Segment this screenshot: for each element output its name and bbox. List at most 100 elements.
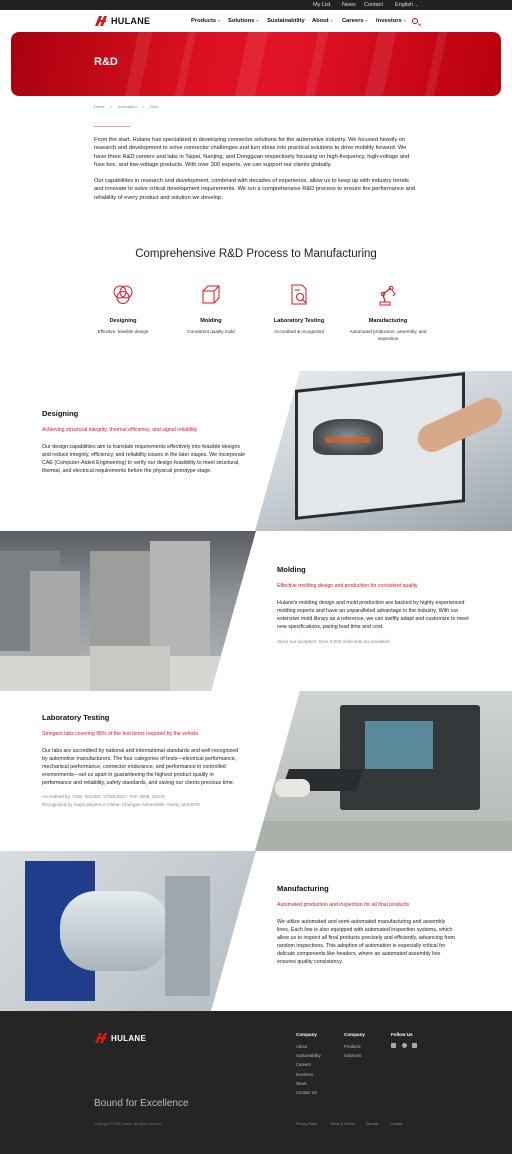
nav-sustainability[interactable]: Sustainability (267, 17, 305, 25)
nav-products[interactable]: Products ▾ (191, 17, 220, 25)
section-subtitle: Effective molding design and production … (277, 583, 418, 589)
section-note: Accredited by: CNS, ISO/IEC 17025:2017, … (42, 794, 165, 799)
molding-photo (0, 531, 256, 691)
chevron-down-icon: ⌄ (414, 2, 418, 7)
nav-careers[interactable]: Careers ▾ (342, 17, 368, 25)
section-molding: Molding Effective molding design and pro… (0, 531, 512, 691)
section-body: We utilize automated and semi-automated … (277, 919, 455, 965)
intro-paragraph: Our capabilities in research and develop… (94, 178, 416, 201)
chevron-down-icon: ▾ (403, 18, 406, 23)
footer: HULANE Company About Sustainability Care… (0, 1011, 512, 1154)
nav-investors[interactable]: Investors ▾ (376, 17, 406, 25)
language-selector[interactable]: English ⌄ (395, 1, 418, 9)
mold-block (150, 541, 210, 661)
logo-text: HULANE (111, 16, 151, 26)
designing-photo (255, 371, 512, 531)
footer-link-sitemap[interactable]: Sitemap (366, 1122, 378, 1126)
nav-label: Products (191, 18, 217, 24)
car-detail-shape (325, 437, 370, 443)
section-testing: Laboratory Testing Stringent labs coveri… (0, 691, 512, 851)
footer-link-solutions[interactable]: Solutions (344, 1051, 365, 1060)
section-title: Manufacturing (277, 884, 329, 893)
contact-link[interactable]: Contact (364, 1, 383, 9)
step-desc: Effective, feasible design (97, 329, 149, 334)
breadcrumb-innovation[interactable]: Innovation (118, 104, 136, 109)
hero-stripe (421, 32, 450, 96)
wechat-icon[interactable] (402, 1043, 407, 1048)
footer-heading: Company (344, 1032, 365, 1037)
step-name: Designing (109, 318, 137, 324)
footer-column-follow: Follow Us (391, 1032, 413, 1042)
document-search-icon (291, 284, 307, 305)
logo-mark-icon (95, 1033, 107, 1043)
footer-link-terms[interactable]: Terms of Service (330, 1122, 355, 1126)
section-manufacturing: Manufacturing Automated production and i… (0, 851, 512, 1011)
news-link[interactable]: News (342, 1, 356, 9)
footer-logo[interactable]: HULANE (95, 1033, 146, 1043)
process-step-manufacturing: Manufacturing Automated production, asse… (348, 282, 428, 342)
logo-text: HULANE (111, 1033, 147, 1043)
cube-icon (202, 285, 220, 304)
footer-link-products[interactable]: Products (344, 1042, 365, 1051)
hero-stripe (121, 32, 155, 96)
hero-stripe (231, 32, 271, 96)
footer-link-contact[interactable]: Contact Us (296, 1088, 321, 1097)
main-header: HULANE Products ▾ Solutions ▾ Sustainabili… (0, 10, 512, 32)
nav-solutions[interactable]: Solutions ▾ (228, 17, 258, 25)
footer-link-cookies[interactable]: Cookies (390, 1122, 402, 1126)
section-note: Since our inception: Over 8,000 mold set… (277, 639, 390, 644)
intro-paragraph: From the start, Hulane has specialized i… (94, 137, 410, 168)
hero-stripe (171, 32, 199, 96)
section-note: Recognized by major players in China: Ch… (42, 801, 200, 807)
logo-mark-icon (95, 16, 107, 26)
footer-link-investors[interactable]: Investors (296, 1070, 321, 1079)
copyright: Copyright © 2024 Hulane. All rights rese… (94, 1122, 162, 1126)
breadcrumb-home[interactable]: Home (94, 104, 105, 109)
section-body: Our labs are accredited by national and … (42, 748, 239, 786)
footer-link-careers[interactable]: Careers (296, 1060, 321, 1069)
nav-label: Solutions (228, 18, 255, 24)
breadcrumb-separator: > (109, 104, 113, 109)
step-desc: Consistent quality mold (187, 329, 235, 334)
process-title: Comprehensive R&D Process to Manufacturi… (135, 248, 377, 260)
youtube-icon[interactable] (412, 1043, 417, 1048)
breadcrumb: Home > Innovation > R&D (94, 104, 164, 109)
logo[interactable]: HULANE (95, 15, 150, 27)
manufacturing-text: Manufacturing Automated production and i… (277, 884, 459, 966)
step-name: Laboratory Testing (273, 318, 325, 324)
nav-label: Sustainability (267, 18, 305, 24)
footer-link-privacy[interactable]: Privacy Policy (296, 1122, 317, 1126)
breadcrumb-current: R&D (150, 104, 159, 109)
footer-heading: Company (296, 1032, 317, 1037)
nav-label: Careers (342, 18, 364, 24)
search-icon[interactable] (412, 18, 418, 24)
process-step-designing: Designing Effective, feasible design (83, 282, 163, 336)
chevron-down-icon: ▾ (256, 18, 259, 23)
section-title: Molding (277, 565, 306, 574)
my-list-link[interactable]: My List (313, 1, 330, 9)
hero-stripe (361, 32, 399, 96)
eyebrow-line (94, 126, 130, 127)
linkedin-icon[interactable] (391, 1043, 396, 1048)
section-subtitle: Achieving structural integrity, thermal … (42, 427, 198, 433)
intro-text: From the start, Hulane has specialized i… (94, 136, 416, 210)
molding-text: Molding Effective molding design and pro… (277, 565, 469, 646)
footer-link-news[interactable]: News (296, 1079, 321, 1088)
section-eyebrow (94, 125, 130, 128)
robot-arm-icon (379, 285, 396, 306)
manufacturing-photo (0, 851, 256, 1011)
testing-photo (255, 691, 512, 851)
breadcrumb-separator: > (141, 104, 144, 109)
footer-slogan: Bound for Excellence (94, 1098, 189, 1109)
footer-link-sustainability[interactable]: Sustainability (296, 1051, 321, 1060)
hero-banner: R&D (11, 32, 501, 96)
section-body: Hulane's molding design and mold product… (277, 600, 469, 630)
section-title: Laboratory Testing (42, 713, 110, 722)
mold-block (30, 571, 80, 661)
nav-about[interactable]: About ▾ (312, 17, 333, 25)
testing-text: Laboratory Testing Stringent labs coveri… (42, 713, 242, 808)
circles-icon (113, 285, 133, 304)
footer-link-about[interactable]: About (296, 1042, 321, 1051)
designing-text: Designing Achieving structural integrity… (42, 409, 247, 475)
process-step-testing: Laboratory Testing Accredited & recogniz… (259, 282, 339, 336)
